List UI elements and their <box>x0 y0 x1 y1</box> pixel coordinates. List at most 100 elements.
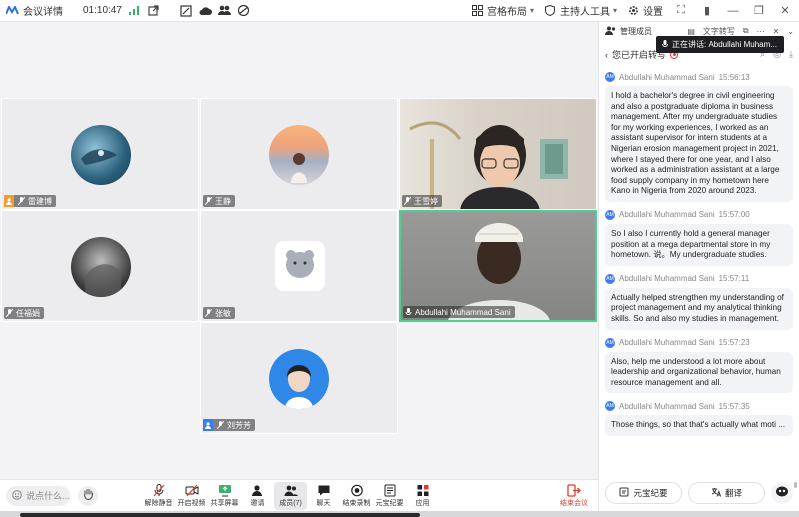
more-icon[interactable]: ⋯ <box>757 27 765 36</box>
top-bar: 会议详情 01:10:47 宫格布局 ▾ 主持人工具 ▾ 设置 ⛶ ▮ — ❐ … <box>0 0 799 22</box>
close-panel-icon[interactable]: ✕ <box>773 27 780 36</box>
transcribe-tab-icon: ▤ <box>687 26 695 36</box>
end-meeting-button[interactable]: 结束会议 <box>557 482 591 510</box>
mic-muted-icon <box>203 307 213 319</box>
mic-muted-icon <box>215 419 225 431</box>
raise-hand-button[interactable] <box>78 485 98 506</box>
shield-icon <box>544 4 557 17</box>
video-grid: 雷建博 王静 王雪婷 任福娟 张敏 Abdullahi Muhammad San… <box>0 22 598 511</box>
cohost-badge-icon <box>203 419 213 431</box>
participant-name-tag: 王静 <box>203 195 235 207</box>
say-something-input[interactable]: 说点什么... <box>6 485 70 506</box>
mic-muted-icon <box>16 195 26 207</box>
participant-tile[interactable]: 王静 <box>200 98 398 210</box>
meeting-details[interactable]: 会议详情 <box>6 3 63 18</box>
host-tools-menu[interactable]: 主持人工具 ▾ <box>544 3 617 18</box>
share-screen-label: 共享屏幕 <box>210 500 239 507</box>
signal-icon <box>128 4 141 17</box>
layout-label: 宫格布局 <box>486 7 527 18</box>
avatar <box>269 349 329 409</box>
chevron-down-icon[interactable]: ⌄ <box>787 27 794 36</box>
download-icon[interactable]: ⤓ <box>789 49 793 60</box>
participant-name: 雷建博 <box>28 196 52 206</box>
assistant-bot-button[interactable] <box>771 481 793 504</box>
participant-tile[interactable]: 任福娟 <box>1 210 199 322</box>
camera-off-icon[interactable] <box>237 4 250 17</box>
speaker-avatar: AM <box>605 72 615 82</box>
unmute-button[interactable]: 解除静音 <box>142 482 175 510</box>
members-label: 成员(7) <box>279 500 302 507</box>
minimize-icon[interactable]: — <box>725 5 741 17</box>
meeting-details-label: 会议详情 <box>23 7 63 18</box>
yuanbao-summary-panel-label: 元宝纪要 <box>633 487 668 498</box>
avatar <box>275 241 325 291</box>
timestamp: 15:57:00 <box>718 210 750 220</box>
close-icon[interactable]: ✕ <box>777 4 793 17</box>
speaker-avatar: AM <box>605 337 615 348</box>
mic-muted-icon <box>153 484 164 497</box>
participant-name: 任福娟 <box>16 308 40 318</box>
participant-tile[interactable]: 张敏 <box>200 210 398 322</box>
people-icon[interactable] <box>217 4 231 17</box>
share-screen-icon <box>218 485 231 497</box>
popout-icon[interactable] <box>147 4 160 17</box>
yuanbao-summary-button[interactable]: 元宝纪要 <box>373 482 406 510</box>
speaker-name: Abdullahi Muhammad Sani <box>619 72 715 82</box>
participant-name: 张敏 <box>215 308 231 318</box>
apps-button[interactable]: 应用 <box>406 482 439 510</box>
invite-label: 邀请 <box>250 500 265 507</box>
end-meeting-label: 结束会议 <box>560 500 588 507</box>
back-icon[interactable]: ‹ <box>605 50 608 60</box>
start-video-button[interactable]: 开启视频 <box>175 482 208 510</box>
add-person-icon <box>251 485 262 496</box>
participant-name-tag: 张敏 <box>203 307 235 319</box>
settings-button[interactable]: 设置 <box>627 3 663 18</box>
share-screen-button[interactable]: 共享屏幕 <box>208 482 241 510</box>
transcript-item: AM Abdullahi Muhammad Sani 15:57:23 Also, … <box>605 337 793 394</box>
sidebar-toggle-icon[interactable]: ▮ <box>699 4 715 17</box>
transcript-text: Also, help me understood a lot more abou… <box>605 351 793 394</box>
speaking-tooltip-text: 正在讲话: Abdullahi Muham... <box>672 40 777 49</box>
chat-button[interactable]: 聊天 <box>307 482 340 510</box>
bottom-toolbar: 说点什么... 解除静音 开启视频 共享屏幕 邀请 成员(7) 聊天 结束录制 … <box>0 479 598 511</box>
mic-on-icon <box>403 306 413 318</box>
say-placeholder: 说点什么... <box>26 491 70 501</box>
stop-recording-label: 结束录制 <box>342 500 371 507</box>
popout-icon[interactable]: ⧉ <box>743 26 749 36</box>
participant-tile[interactable]: 刘芳芳 <box>200 322 398 434</box>
video-feed <box>400 99 596 209</box>
timestamp: 15:57:11 <box>718 274 750 284</box>
invite-button[interactable]: 邀请 <box>241 482 274 510</box>
tab-manage-members[interactable]: 管理成员 <box>620 26 652 37</box>
timestamp: 15:56:13 <box>718 72 750 82</box>
bot-icon <box>775 485 789 500</box>
speaker-name: Abdullahi Muhammad Sani <box>619 401 715 411</box>
gear-icon <box>627 4 640 17</box>
stop-recording-button[interactable]: 结束录制 <box>340 482 373 510</box>
transcript-item: AM Abdullahi Muhammad Sani 15:57:35 Those … <box>605 401 793 436</box>
emoji-icon <box>12 489 22 502</box>
transcript-item: AM Abdullahi Muhammad Sani 15:56:13 I hold… <box>605 72 793 202</box>
chat-icon <box>318 485 329 496</box>
cloud-icon[interactable] <box>199 4 212 17</box>
speaker-avatar: AM <box>605 401 615 412</box>
timestamp: 15:57:35 <box>718 401 750 411</box>
yuanbao-summary-panel-button[interactable]: 元宝纪要 <box>605 481 682 504</box>
transcript-text: So I also I currently hold a general man… <box>605 223 793 266</box>
members-button[interactable]: 成员(7) <box>274 482 307 510</box>
restore-icon[interactable]: ❐ <box>751 4 767 17</box>
tab-transcribe[interactable]: 文字转写 <box>703 26 735 37</box>
participant-tile[interactable]: 雷建博 <box>1 98 199 210</box>
participant-name-tag: 王雪婷 <box>402 195 442 207</box>
fullscreen-icon[interactable]: ⛶ <box>673 4 689 17</box>
summary-icon <box>619 487 629 499</box>
taskbar-strip <box>0 511 799 517</box>
chat-label: 聊天 <box>316 500 331 507</box>
translate-button[interactable]: 翻译 <box>688 481 765 504</box>
participant-tile[interactable]: 王雪婷 <box>399 98 597 210</box>
active-speaker-tile[interactable]: Abdullahi Muhammad Sani <box>399 210 597 322</box>
speaker-avatar: AM <box>605 273 615 284</box>
edit-icon[interactable] <box>180 4 193 17</box>
mic-muted-icon <box>4 307 14 319</box>
layout-menu[interactable]: 宫格布局 ▾ <box>471 3 534 18</box>
